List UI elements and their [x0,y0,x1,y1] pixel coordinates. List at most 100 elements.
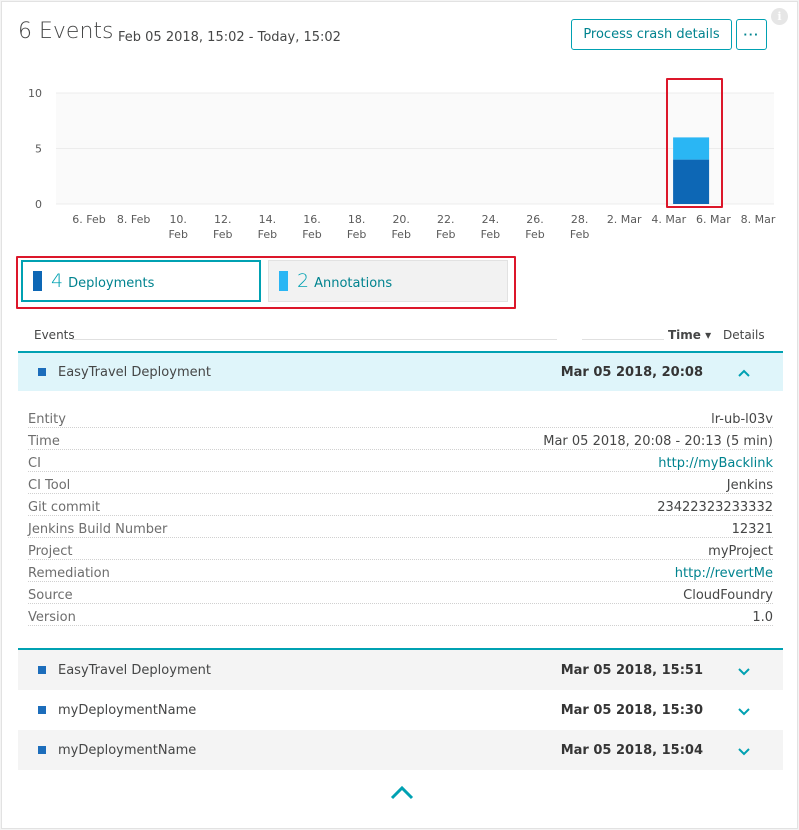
page-title: 6 Events [18,19,114,44]
bar-annotations [673,137,710,160]
detail-key: Version [28,610,80,625]
annotations-label: Annotations [314,275,393,291]
x-tick-label: 22. [437,213,455,226]
x-tick-label: Feb [481,228,500,241]
x-tick-label: 8. Mar [741,213,776,226]
detail-key: Git commit [28,500,105,515]
chevron-down-icon[interactable] [737,741,751,760]
chevron-up-icon[interactable] [737,363,751,382]
chevron-down-icon[interactable] [737,661,751,680]
detail-entity: Entity lr-ub-l03v [28,412,773,434]
event-name: EasyTravel Deployment [58,662,211,678]
remediation-link[interactable]: http://revertMe [670,566,773,581]
event-name: myDeploymentName [58,742,197,758]
event-time: Mar 05 2018, 15:30 [560,702,703,718]
detail-key: Entity [28,412,70,427]
detail-value: myProject [704,544,773,559]
deployment-marker [38,746,46,754]
x-tick-label: 28. [571,213,589,226]
detail-key: Time [28,434,64,449]
detail-key: Project [28,544,77,559]
detail-ci: CI http://myBacklink [28,456,773,478]
x-tick-label: 26. [526,213,544,226]
column-divider [72,339,557,340]
detail-version: Version 1.0 [28,610,773,632]
event-time: Mar 05 2018, 15:51 [560,662,703,678]
column-time-sort[interactable]: Time ▾ [668,328,711,342]
chevron-down-icon[interactable] [737,701,751,720]
detail-key: Jenkins Build Number [28,522,172,537]
annotations-tile[interactable]: 2 Annotations [268,260,508,302]
x-tick-label: 6. Mar [696,213,731,226]
detail-remediation: Remediation http://revertMe [28,566,773,588]
detail-time: Time Mar 05 2018, 20:08 - 20:13 (5 min) [28,434,773,456]
event-name: EasyTravel Deployment [58,364,211,380]
detail-git-commit: Git commit 23422323233332 [28,500,773,522]
x-tick-label: Feb [258,228,277,241]
detail-project: Project myProject [28,544,773,566]
detail-key: Source [28,588,77,603]
table-row[interactable]: myDeploymentName Mar 05 2018, 15:04 [18,730,783,770]
detail-value: 23422323233332 [653,500,773,515]
more-options-button[interactable]: ··· [736,19,767,50]
process-crash-details-button[interactable]: Process crash details [571,19,732,50]
deployment-marker [38,706,46,714]
detail-ci-tool: CI Tool Jenkins [28,478,773,500]
y-tick-label: 5 [35,143,42,156]
ci-link[interactable]: http://myBacklink [654,456,773,471]
column-events[interactable]: Events [34,328,75,342]
event-time: Mar 05 2018, 20:08 [560,364,703,380]
events-chart: 0 5 10 6. Feb 8. Feb 10. Feb 12. Feb 14. Feb 16. Fe… [2,72,799,252]
detail-value: Mar 05 2018, 20:08 - 20:13 (5 min) [539,434,773,449]
detail-jenkins-build: Jenkins Build Number 12321 [28,522,773,544]
x-tick-label: Feb [391,228,410,241]
x-tick-label: 16. [303,213,321,226]
x-tick-label: Feb [436,228,455,241]
event-name: myDeploymentName [58,702,197,718]
detail-value: lr-ub-l03v [707,412,773,427]
deployments-label: Deployments [68,275,155,291]
x-tick-label: 18. [348,213,366,226]
detail-value: 12321 [727,522,773,537]
deployment-marker [38,666,46,674]
timeframe-label: Feb 05 2018, 15:02 - Today, 15:02 [118,30,341,45]
column-divider [582,339,664,340]
detail-key: CI [28,456,45,471]
events-card: 6 Events Feb 05 2018, 15:02 - Today, 15:… [1,1,798,829]
y-tick-label: 10 [28,87,42,100]
x-tick-label: Feb [570,228,589,241]
deployment-marker [38,368,46,376]
x-tick-label: 20. [392,213,410,226]
detail-value: 1.0 [748,610,773,625]
x-tick-label: 10. [169,213,187,226]
detail-key: CI Tool [28,478,75,493]
column-details: Details [723,328,765,342]
chart-svg: 0 5 10 6. Feb 8. Feb 10. Feb 12. Feb 14. Feb 16. Fe… [28,87,776,241]
x-tick-label: 8. Feb [117,213,150,226]
x-tick-label: 12. [214,213,232,226]
deployments-tile[interactable]: 4 Deployments [21,260,261,302]
detail-value: Jenkins [722,478,773,493]
x-tick-label: 24. [482,213,500,226]
x-tick-label: Feb [525,228,544,241]
detail-value: CloudFoundry [679,588,773,603]
event-time: Mar 05 2018, 15:04 [560,742,703,758]
table-row[interactable]: EasyTravel Deployment Mar 05 2018, 20:08 [18,351,783,391]
y-tick-label: 0 [35,198,42,211]
detail-key: Remediation [28,566,114,581]
deployments-count: 4 [51,270,64,292]
x-tick-label: 6. Feb [72,213,105,226]
table-row[interactable]: myDeploymentName Mar 05 2018, 15:30 [18,690,783,730]
detail-source: Source CloudFoundry [28,588,773,610]
table-row[interactable]: EasyTravel Deployment Mar 05 2018, 15:51 [18,650,783,690]
bar-deployments [673,159,710,204]
x-tick-label: Feb [213,228,232,241]
x-tick-label: 4. Mar [651,213,686,226]
x-tick-label: Feb [347,228,366,241]
info-icon[interactable]: i [771,8,788,25]
annotations-swatch [279,271,288,291]
x-tick-label: 14. [259,213,277,226]
x-tick-label: 2. Mar [607,213,642,226]
collapse-list-chevron-up-icon[interactable] [388,782,416,802]
x-tick-label: Feb [302,228,321,241]
